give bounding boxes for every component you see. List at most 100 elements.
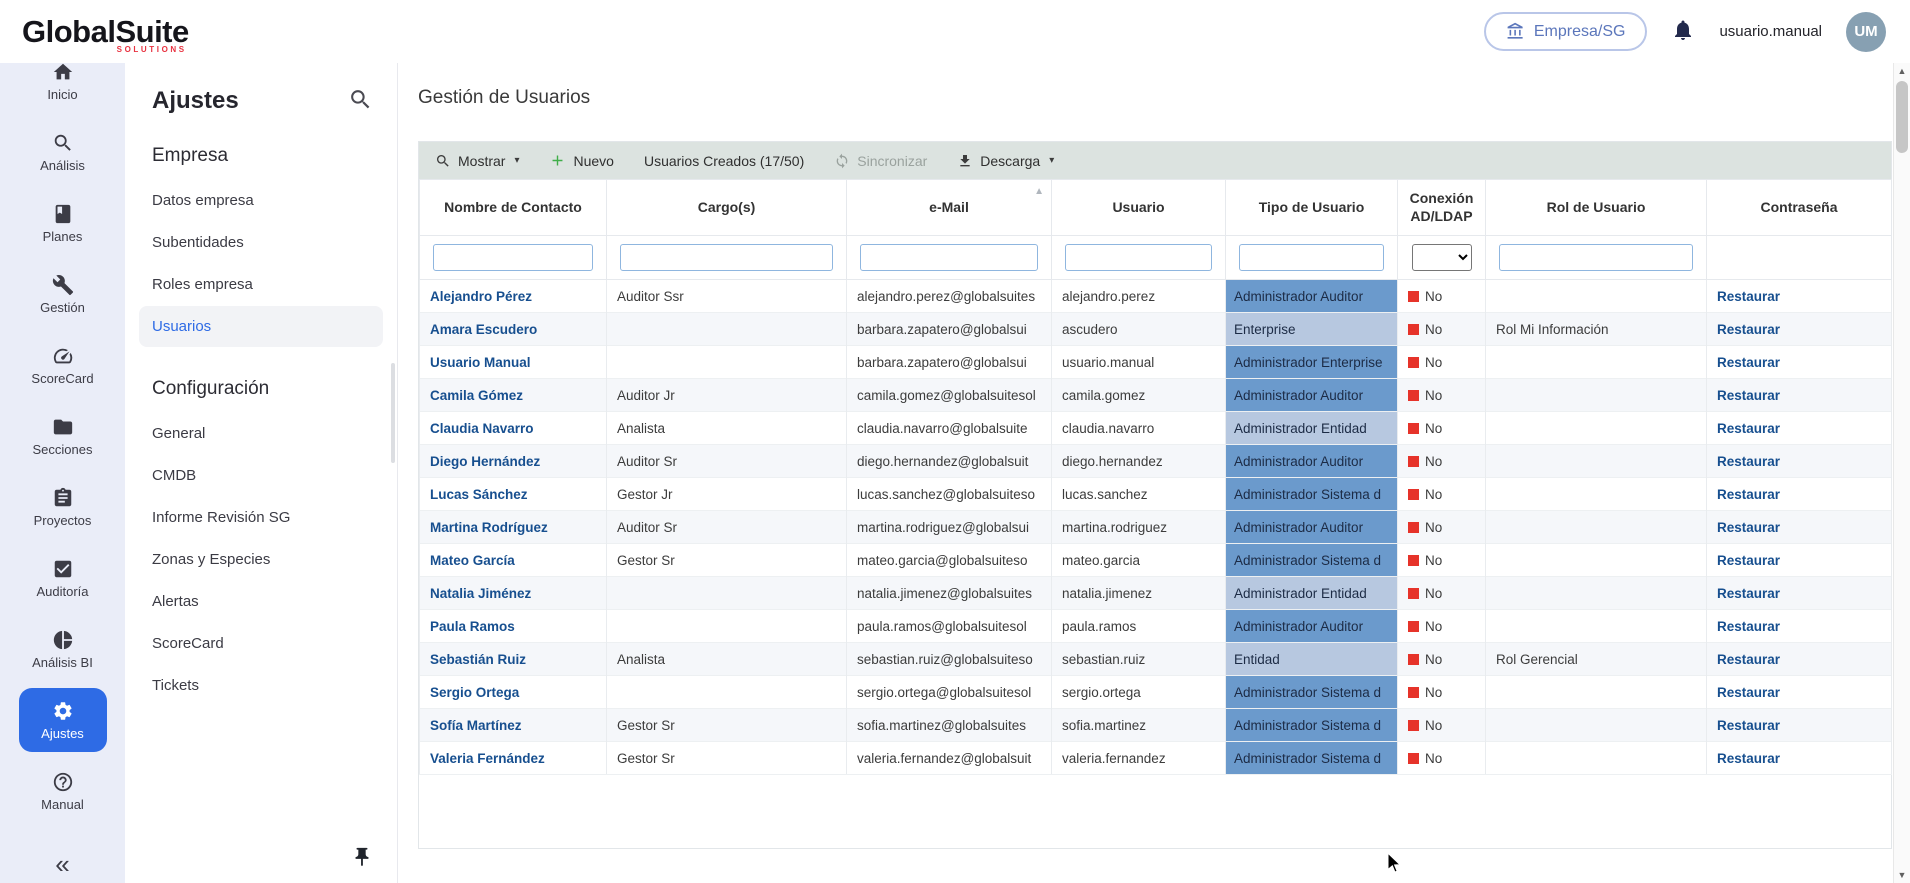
- cell-tipo-usuario: Administrador Auditor: [1226, 280, 1398, 313]
- rail-item-scorecard[interactable]: ScoreCard: [19, 333, 107, 397]
- column-header-usuario[interactable]: Usuario: [1052, 180, 1226, 236]
- rail-item-secciones[interactable]: Secciones: [19, 404, 107, 468]
- rail-item-label: Manual: [41, 798, 84, 811]
- company-icon: [1506, 22, 1525, 41]
- rail-item-proyectos[interactable]: Proyectos: [19, 475, 107, 539]
- restaurar-link[interactable]: Restaurar: [1717, 751, 1780, 766]
- restaurar-link[interactable]: Restaurar: [1717, 454, 1780, 469]
- cell-usuario: sofia.martinez: [1052, 709, 1226, 742]
- restaurar-link[interactable]: Restaurar: [1717, 652, 1780, 667]
- sidebar-item-informe-revision-sg[interactable]: Informe Revisión SG: [139, 497, 383, 538]
- restaurar-link[interactable]: Restaurar: [1717, 289, 1780, 304]
- user-name-link[interactable]: Usuario Manual: [430, 355, 531, 370]
- cell-tipo-usuario: Administrador Sistema d: [1226, 742, 1398, 775]
- user-name-link[interactable]: Diego Hernández: [430, 454, 540, 469]
- user-name-link[interactable]: Sergio Ortega: [430, 685, 519, 700]
- rail-item-planes[interactable]: Planes: [19, 191, 107, 255]
- rail-item-inicio[interactable]: Inicio: [19, 63, 107, 113]
- sidebar-search-button[interactable]: [348, 87, 373, 115]
- filter-input-usuario[interactable]: [1065, 244, 1212, 271]
- restaurar-link[interactable]: Restaurar: [1717, 355, 1780, 370]
- user-name-link[interactable]: Amara Escudero: [430, 322, 537, 337]
- notifications-button[interactable]: [1671, 18, 1695, 45]
- collapse-rail-button[interactable]: «: [55, 851, 69, 877]
- mostrar-button[interactable]: Mostrar ▾: [435, 153, 519, 169]
- restaurar-link[interactable]: Restaurar: [1717, 388, 1780, 403]
- restaurar-link[interactable]: Restaurar: [1717, 718, 1780, 733]
- sidebar-item-datos-empresa[interactable]: Datos empresa: [139, 180, 383, 221]
- user-name-link[interactable]: Claudia Navarro: [430, 421, 534, 436]
- restaurar-link[interactable]: Restaurar: [1717, 322, 1780, 337]
- user-avatar[interactable]: UM: [1846, 12, 1886, 52]
- rail-item-auditoria[interactable]: Auditoría: [19, 546, 107, 610]
- descarga-button[interactable]: Descarga ▾: [957, 153, 1054, 169]
- filter-input-email[interactable]: [860, 244, 1038, 271]
- sidebar-scrollbar-thumb[interactable]: [391, 363, 395, 463]
- column-header-email[interactable]: e-Mail▲: [847, 180, 1052, 236]
- sidebar-item-subentidades[interactable]: Subentidades: [139, 222, 383, 263]
- column-header-name[interactable]: Nombre de Contacto: [420, 180, 607, 236]
- logo-text: GlobalSuite: [22, 14, 189, 49]
- sidebar-item-scorecard[interactable]: ScoreCard: [139, 623, 383, 664]
- cell-usuario: diego.hernandez: [1052, 445, 1226, 478]
- user-name-link[interactable]: Mateo García: [430, 553, 515, 568]
- sidebar-item-tickets[interactable]: Tickets: [139, 665, 383, 706]
- column-header-rol[interactable]: Rol de Usuario: [1486, 180, 1707, 236]
- cell-contrasena: Restaurar: [1707, 610, 1892, 643]
- filter-input-name[interactable]: [433, 244, 593, 271]
- scrollbar-up-arrow[interactable]: ▲: [1894, 63, 1910, 79]
- restaurar-link[interactable]: Restaurar: [1717, 553, 1780, 568]
- rail-item-analisis[interactable]: Análisis: [19, 120, 107, 184]
- ldap-status-icon: [1408, 687, 1419, 698]
- restaurar-link[interactable]: Restaurar: [1717, 586, 1780, 601]
- filter-select-conexion[interactable]: [1412, 244, 1472, 271]
- column-header-conexion[interactable]: Conexión AD/LDAP: [1398, 180, 1486, 236]
- restaurar-link[interactable]: Restaurar: [1717, 421, 1780, 436]
- sincronizar-button[interactable]: Sincronizar: [834, 153, 927, 169]
- rail-item-gestion[interactable]: Gestión: [19, 262, 107, 326]
- restaurar-link[interactable]: Restaurar: [1717, 520, 1780, 535]
- scrollbar-thumb[interactable]: [1896, 81, 1908, 153]
- sidebar-item-general[interactable]: General: [139, 413, 383, 454]
- sidebar-item-alertas[interactable]: Alertas: [139, 581, 383, 622]
- filter-input-rol[interactable]: [1499, 244, 1693, 271]
- user-name-link[interactable]: Paula Ramos: [430, 619, 515, 634]
- user-name-link[interactable]: Sebastián Ruiz: [430, 652, 526, 667]
- cell-rol-usuario: [1486, 742, 1707, 775]
- sidebar-item-usuarios[interactable]: Usuarios: [139, 306, 383, 347]
- sidebar-item-zonas-y-especies[interactable]: Zonas y Especies: [139, 539, 383, 580]
- nuevo-button[interactable]: Nuevo: [549, 152, 613, 169]
- column-header-tipo[interactable]: Tipo de Usuario: [1226, 180, 1398, 236]
- filter-input-cargo[interactable]: [620, 244, 833, 271]
- pin-sidebar-button[interactable]: [351, 846, 373, 871]
- user-name-link[interactable]: Valeria Fernández: [430, 751, 545, 766]
- rail-item-ajustes[interactable]: Ajustes: [19, 688, 107, 752]
- sidebar-item-cmdb[interactable]: CMDB: [139, 455, 383, 496]
- user-name-link[interactable]: Lucas Sánchez: [430, 487, 528, 502]
- user-name-link[interactable]: Natalia Jiménez: [430, 586, 531, 601]
- ldap-status-icon: [1408, 522, 1419, 533]
- user-name-link[interactable]: Camila Gómez: [430, 388, 523, 403]
- user-name-link[interactable]: Alejandro Pérez: [430, 289, 532, 304]
- column-header-contrasena[interactable]: Contraseña: [1707, 180, 1892, 236]
- cell-rol-usuario: [1486, 280, 1707, 313]
- cell-name: Natalia Jiménez: [420, 577, 607, 610]
- ldap-status-icon: [1408, 357, 1419, 368]
- filter-input-tipo[interactable]: [1239, 244, 1384, 271]
- column-header-cargo[interactable]: Cargo(s): [607, 180, 847, 236]
- rail-item-analisis-bi[interactable]: Análisis BI: [19, 617, 107, 681]
- restaurar-link[interactable]: Restaurar: [1717, 619, 1780, 634]
- sidebar-item-roles-empresa[interactable]: Roles empresa: [139, 264, 383, 305]
- page-title: Gestión de Usuarios: [418, 87, 1892, 109]
- vertical-scrollbar[interactable]: ▲ ▼: [1893, 63, 1910, 883]
- rail-item-manual[interactable]: Manual: [19, 759, 107, 823]
- scrollbar-down-arrow[interactable]: ▼: [1894, 867, 1910, 883]
- company-sg-button[interactable]: Empresa/SG: [1484, 12, 1648, 51]
- cell-rol-usuario: Rol Mi Información: [1486, 313, 1707, 346]
- tools-icon: [52, 274, 74, 296]
- restaurar-link[interactable]: Restaurar: [1717, 487, 1780, 502]
- user-name-link[interactable]: Martina Rodríguez: [430, 520, 548, 535]
- restaurar-link[interactable]: Restaurar: [1717, 685, 1780, 700]
- user-name-link[interactable]: Sofía Martínez: [430, 718, 522, 733]
- user-row: Camila GómezAuditor Jrcamila.gomez@globa…: [420, 379, 1892, 412]
